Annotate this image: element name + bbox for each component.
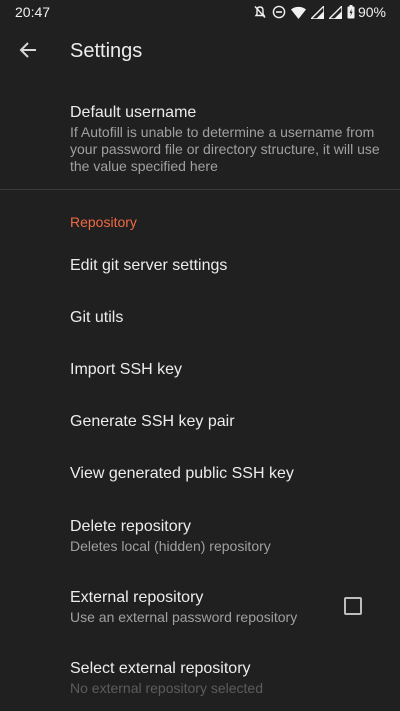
pref-title: Delete repository: [70, 518, 191, 535]
pref-title: Edit git server settings: [70, 257, 228, 274]
pref-summary: No external repository selected: [70, 680, 263, 696]
status-bar: 20:47 90%: [0, 0, 400, 24]
notifications-off-icon: [248, 5, 267, 19]
pref-summary: If Autofill is unable to determine a use…: [70, 124, 380, 174]
pref-title: Git utils: [70, 309, 124, 326]
pref-delete-repository[interactable]: Delete repository Deletes local (hidden)…: [70, 517, 380, 555]
page-title: Settings: [70, 40, 143, 62]
battery-level: 90%: [357, 4, 386, 20]
pref-external-repository[interactable]: External repository Use an external pass…: [70, 588, 330, 626]
pref-title: View generated public SSH key: [70, 465, 294, 482]
signal-icon-2: [324, 5, 342, 19]
external-repository-checkbox[interactable]: [344, 597, 362, 615]
pref-generate-ssh-key[interactable]: Generate SSH key pair: [70, 412, 380, 432]
app-bar: Settings: [0, 24, 400, 80]
pref-select-external-repository: Select external repository No external r…: [70, 659, 380, 697]
status-time: 20:47: [15, 4, 51, 20]
signal-icon: [306, 5, 324, 19]
pref-git-utils[interactable]: Git utils: [70, 308, 380, 328]
wifi-icon: [286, 6, 306, 19]
pref-title: Import SSH key: [70, 361, 183, 378]
battery-icon: [342, 5, 355, 19]
pref-title: External repository: [70, 589, 204, 606]
divider: [0, 189, 400, 190]
arrow-back-icon: [19, 41, 37, 64]
pref-view-public-key[interactable]: View generated public SSH key: [70, 464, 380, 484]
pref-title: Select external repository: [70, 660, 251, 677]
pref-default-username[interactable]: Default username If Autofill is unable t…: [70, 103, 380, 175]
pref-title: Default username: [70, 104, 197, 121]
status-icons: 90%: [248, 4, 386, 20]
pref-edit-git-server[interactable]: Edit git server settings: [70, 256, 380, 276]
do-not-disturb-icon: [267, 5, 286, 19]
pref-summary: Deletes local (hidden) repository: [70, 538, 271, 554]
back-button[interactable]: [12, 32, 44, 72]
pref-title: Generate SSH key pair: [70, 413, 235, 430]
pref-import-ssh-key[interactable]: Import SSH key: [70, 360, 380, 380]
pref-summary: Use an external password repository: [70, 609, 298, 625]
category-repository: Repository: [70, 214, 137, 230]
